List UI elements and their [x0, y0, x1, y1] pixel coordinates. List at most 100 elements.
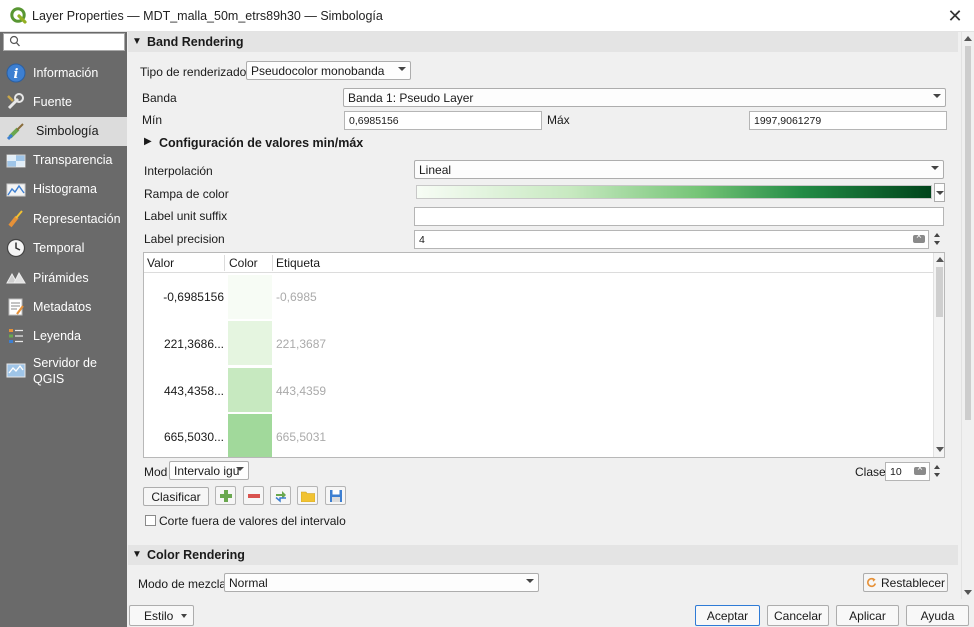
sidebar-item-piramides[interactable]: Pirámides [0, 265, 127, 291]
classes-label: Clase [855, 465, 886, 479]
load-file-button[interactable] [297, 486, 318, 505]
sidebar-item-label: Servidor de QGIS [33, 356, 97, 386]
save-file-button[interactable] [325, 486, 346, 505]
min-input[interactable]: 0,6985156 [344, 111, 542, 130]
sidebar-item-histograma[interactable]: Histograma [0, 177, 127, 203]
sidebar-item-fuente[interactable]: Fuente [0, 89, 127, 115]
clear-icon[interactable] [913, 231, 925, 243]
sidebar-item-label: Leyenda [33, 329, 81, 343]
blend-mode-select[interactable]: Normal [224, 573, 539, 592]
sidebar-item-label: Transparencia [33, 153, 113, 167]
chevron-down-icon [526, 579, 534, 583]
table-row-value[interactable]: 221,3686... [144, 337, 224, 351]
table-row-color-swatch[interactable] [228, 321, 272, 365]
paintbrush-icon [6, 123, 24, 141]
precision-label: Label precision [144, 232, 225, 246]
color-ramp-label: Rampa de color [144, 187, 229, 201]
main-scrollbar[interactable] [961, 32, 974, 599]
table-row-color-swatch[interactable] [228, 414, 272, 457]
table-row-value[interactable]: 665,5030... [144, 430, 224, 444]
unit-suffix-label: Label unit suffix [144, 209, 228, 223]
sidebar-item-representacion[interactable]: Representación [0, 206, 127, 232]
table-row-label[interactable]: 665,5031 [276, 430, 326, 444]
sidebar-item-metadatos[interactable]: Metadatos [0, 294, 127, 320]
color-rendering-header[interactable]: ▼ Color Rendering [128, 545, 958, 565]
expand-icon: ▶ [144, 136, 152, 147]
interpolation-select[interactable]: Lineal [414, 160, 944, 179]
close-icon[interactable]: ✕ [940, 4, 970, 28]
column-header-label[interactable]: Etiqueta [276, 256, 320, 270]
precision-input[interactable]: 4 [414, 230, 929, 249]
mode-select[interactable]: Intervalo igu [169, 461, 249, 480]
sidebar-item-simbologia[interactable]: Simbología [0, 117, 127, 146]
column-header-color[interactable]: Color [229, 256, 258, 270]
svg-text:i: i [14, 67, 19, 82]
table-row-value[interactable]: 443,4358... [144, 384, 224, 398]
classify-button[interactable]: Clasificar [143, 487, 209, 506]
band-label: Banda [142, 91, 177, 105]
sidebar-item-label: Fuente [33, 95, 72, 109]
cancel-button[interactable]: Cancelar [767, 605, 829, 626]
help-button[interactable]: Ayuda [906, 605, 969, 626]
minmax-settings-toggle[interactable]: ▶ Configuración de valores min/máx [144, 135, 374, 153]
sidebar-item-label: Metadatos [33, 300, 92, 314]
source-icon [7, 93, 24, 110]
style-button[interactable]: Estilo [129, 605, 194, 626]
table-row-label[interactable]: -0,6985 [276, 290, 317, 304]
server-icon [6, 363, 26, 378]
add-value-button[interactable] [215, 486, 236, 505]
table-header: Valor Color Etiqueta [144, 253, 934, 273]
unit-suffix-input[interactable] [414, 207, 944, 226]
table-row-value[interactable]: -0,6985156 [144, 290, 224, 304]
folder-icon [301, 491, 315, 502]
classes-spinner[interactable] [932, 463, 943, 479]
sidebar-item-label: Representación [33, 212, 121, 226]
scroll-up-icon [964, 36, 972, 41]
sidebar-item-informacion[interactable]: i Información [0, 60, 127, 86]
band-rendering-header[interactable]: ▼ Band Rendering [128, 32, 958, 52]
band-select[interactable]: Banda 1: Pseudo Layer [343, 88, 946, 107]
swap-icon [275, 491, 286, 503]
color-ramp-button[interactable] [416, 185, 932, 199]
sidebar-item-leyenda[interactable]: Leyenda [0, 323, 127, 349]
chevron-down-icon [936, 191, 944, 195]
interpolation-label: Interpolación [144, 164, 213, 178]
color-ramp-dropdown[interactable] [934, 183, 945, 202]
search-input[interactable] [3, 33, 125, 51]
render-type-label: Tipo de renderizador [140, 65, 251, 79]
table-row-color-swatch[interactable] [228, 368, 272, 412]
sidebar-item-label: Histograma [33, 182, 97, 196]
clip-out-of-range-checkbox[interactable] [145, 515, 156, 526]
max-input[interactable]: 1997,9061279 [749, 111, 947, 130]
reset-icon [867, 577, 877, 588]
table-row-label[interactable]: 221,3687 [276, 337, 326, 351]
sidebar-item-temporal[interactable]: Temporal [0, 235, 127, 261]
reverse-values-button[interactable] [270, 486, 291, 505]
reset-button[interactable]: Restablecer [863, 573, 948, 592]
remove-value-button[interactable] [243, 486, 264, 505]
max-label: Máx [547, 113, 570, 127]
transparency-icon [6, 154, 26, 168]
apply-button[interactable]: Aplicar [836, 605, 899, 626]
scroll-thumb[interactable] [965, 46, 971, 420]
precision-spinner[interactable] [932, 231, 943, 247]
sidebar-item-label: Información [33, 66, 99, 80]
histogram-icon [6, 183, 26, 197]
sidebar-item-servidor-qgis[interactable]: Servidor de QGIS [0, 352, 127, 394]
column-header-value[interactable]: Valor [147, 256, 174, 270]
classes-input[interactable]: 10 [885, 462, 930, 481]
table-row-label[interactable]: 443,4359 [276, 384, 326, 398]
sidebar-item-transparencia[interactable]: Transparencia [0, 148, 127, 174]
min-label: Mín [142, 113, 163, 127]
table-scrollbar[interactable] [933, 253, 944, 457]
chevron-down-icon [398, 67, 406, 71]
ok-button[interactable]: Aceptar [695, 605, 760, 626]
table-row-color-swatch[interactable] [228, 275, 272, 319]
plus-icon [220, 490, 232, 502]
classification-table[interactable]: Valor Color Etiqueta -0,6985156 -0,6985 … [143, 252, 945, 458]
clear-icon[interactable] [914, 463, 926, 475]
render-type-select[interactable]: Pseudocolor monobanda [246, 61, 411, 80]
window-title: Layer Properties — MDT_malla_50m_etrs89h… [32, 9, 383, 23]
scroll-thumb[interactable] [936, 267, 943, 317]
pyramids-icon [6, 271, 26, 284]
